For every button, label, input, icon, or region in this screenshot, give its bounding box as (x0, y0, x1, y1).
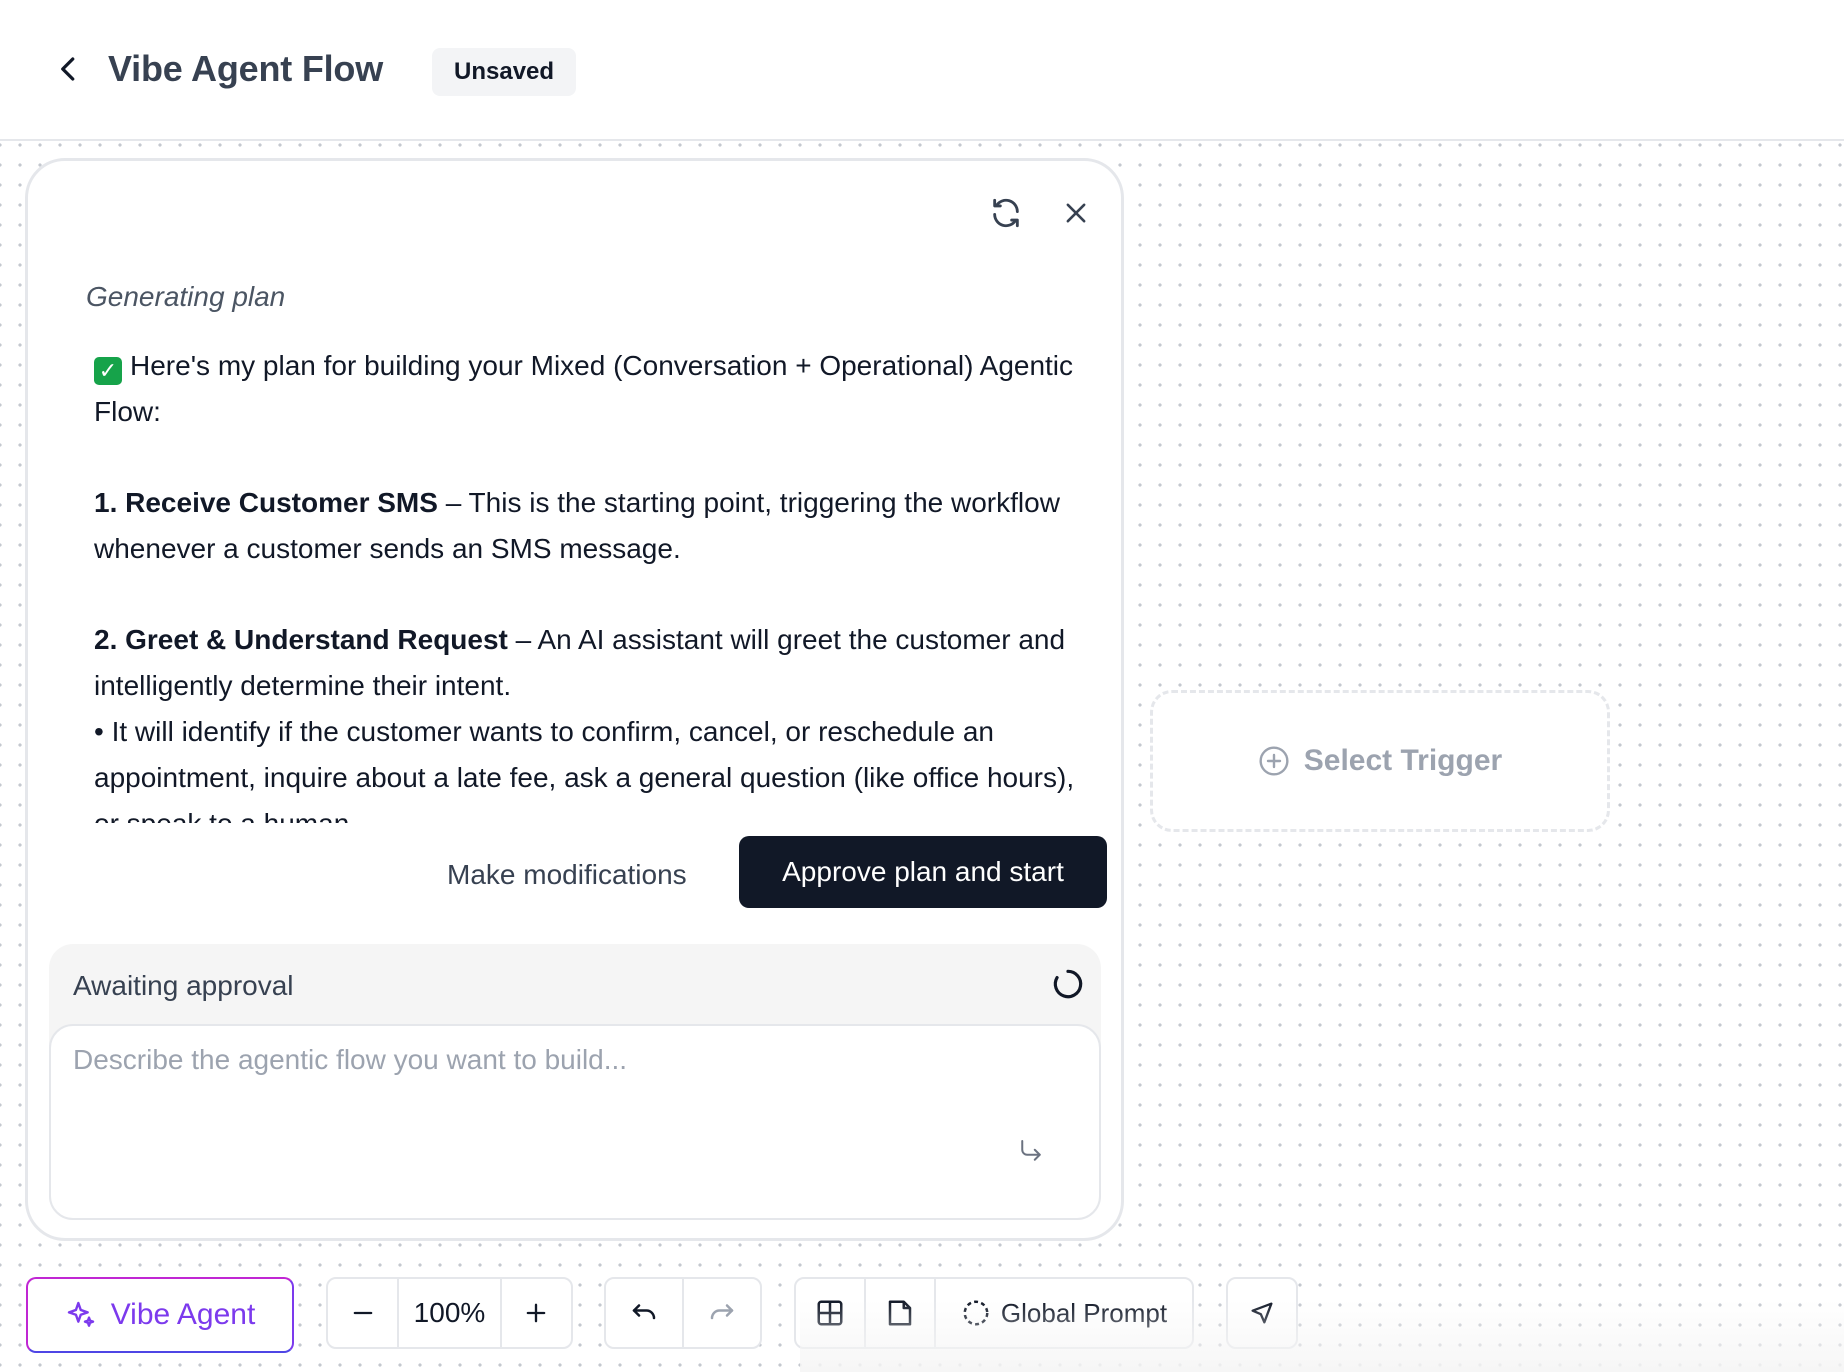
zoom-controls: 100% (326, 1277, 573, 1349)
awaiting-approval-status: Awaiting approval (73, 970, 294, 1001)
vibe-agent-panel: Generating plan ✓ Here's my plan for buil… (25, 158, 1124, 1241)
plan-step-2-title: 2. Greet & Understand Request (94, 624, 508, 655)
history-controls (604, 1277, 762, 1349)
plan-content: ✓ Here's my plan for building your Mixed … (94, 343, 1094, 823)
plan-intro-text: Here's my plan for building your Mixed (… (94, 350, 1074, 427)
spinner-icon (1053, 969, 1083, 999)
plan-step-2-bullet: • It will identify if the customer wants… (94, 716, 1075, 823)
grid-button[interactable] (796, 1279, 864, 1347)
minus-icon (353, 1311, 373, 1315)
back-button[interactable] (48, 48, 90, 90)
undo-button[interactable] (606, 1279, 682, 1347)
status-container: Awaiting approval (49, 944, 1101, 1220)
refresh-button[interactable] (984, 191, 1028, 235)
plan-intro: ✓ Here's my plan for building your Mixed … (94, 343, 1094, 435)
zoom-out-button[interactable] (328, 1279, 397, 1347)
top-header: Vibe Agent Flow Unsaved (0, 0, 1844, 141)
select-trigger-node[interactable]: Select Trigger (1150, 690, 1610, 832)
page-title: Vibe Agent Flow (108, 48, 384, 89)
plus-circle-icon (1259, 746, 1289, 776)
plus-icon (526, 1303, 546, 1323)
vibe-agent-button[interactable]: Vibe Agent (26, 1277, 294, 1353)
chevron-left-icon (61, 57, 75, 81)
redo-button[interactable] (684, 1279, 760, 1347)
status-badge: Unsaved (432, 48, 577, 96)
check-icon: ✓ (94, 357, 122, 385)
cursor-icon (1251, 1302, 1273, 1324)
plan-step-1-title: 1. Receive Customer SMS (94, 487, 438, 518)
note-button[interactable] (866, 1279, 934, 1347)
undo-icon (632, 1304, 656, 1320)
dashed-circle-icon (963, 1300, 989, 1326)
approve-plan-button[interactable]: Approve plan and start (739, 836, 1107, 908)
send-icon[interactable] (1016, 1136, 1046, 1166)
refresh-icon (993, 198, 1019, 228)
global-prompt-label: Global Prompt (1000, 1297, 1168, 1328)
prompt-input-container (49, 1024, 1101, 1220)
sparkle-icon (67, 1301, 94, 1327)
zoom-level: 100% (413, 1297, 486, 1328)
prompt-input[interactable] (73, 1044, 1063, 1164)
vibe-agent-label: Vibe Agent (110, 1298, 256, 1331)
plan-step-1: 1. Receive Customer SMS – This is the st… (94, 480, 1094, 572)
close-panel-button[interactable] (1054, 191, 1098, 235)
grid-icon (817, 1300, 843, 1326)
note-icon (888, 1300, 912, 1326)
select-trigger-label: Select Trigger (1303, 744, 1503, 777)
zoom-in-button[interactable] (502, 1279, 571, 1347)
close-icon (1066, 203, 1086, 223)
select-tool-control (1226, 1277, 1298, 1349)
plan-step-2: 2. Greet & Understand Request – An AI as… (94, 617, 1094, 709)
view-controls: Global Prompt (794, 1277, 1194, 1349)
make-modifications-button[interactable]: Make modifications (423, 839, 711, 911)
select-tool-button[interactable] (1228, 1279, 1296, 1347)
redo-icon (710, 1304, 734, 1320)
generating-plan-label: Generating plan (86, 281, 286, 312)
global-prompt-button[interactable]: Global Prompt (936, 1279, 1192, 1347)
